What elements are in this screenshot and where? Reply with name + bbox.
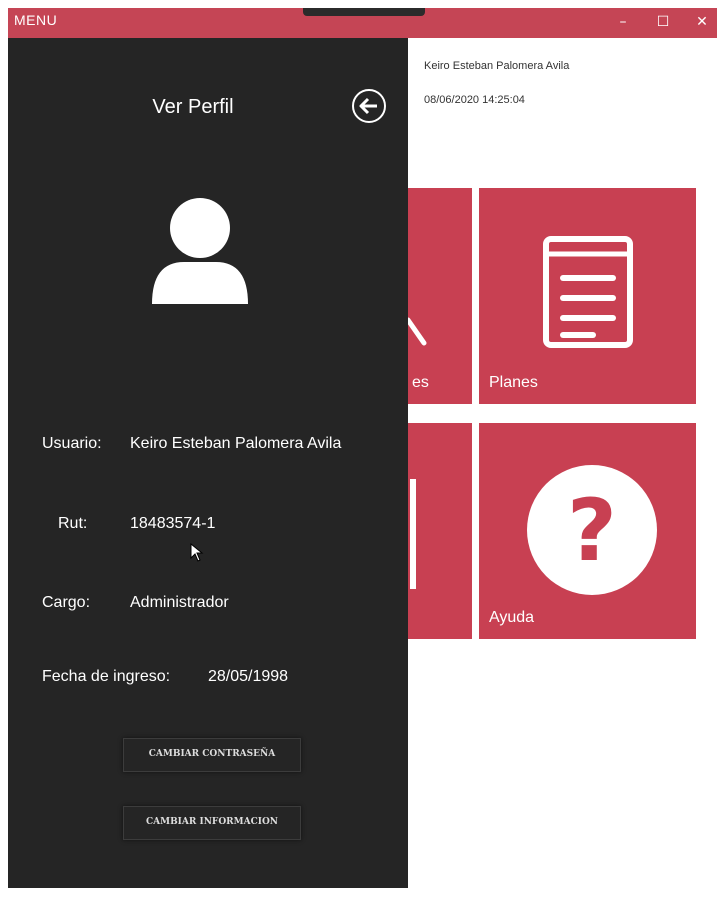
- tile-partial-top[interactable]: es: [408, 188, 472, 404]
- close-button[interactable]: ✕: [689, 10, 715, 34]
- fecha-ingreso-label: Fecha de ingreso:: [42, 668, 171, 685]
- back-button[interactable]: [352, 89, 386, 123]
- profile-drawer: Ver Perfil Usuario: Keiro Esteban Palome…: [8, 38, 408, 888]
- header-datetime: 08/06/2020 14:25:04: [424, 94, 525, 106]
- title-bar: MENU – ☐ ✕: [8, 8, 717, 38]
- usuario-value: Keiro Esteban Palomera Avila: [130, 435, 342, 452]
- mouse-cursor-icon: [190, 543, 204, 562]
- help-question-icon: ?: [527, 465, 657, 595]
- document-list-icon: [543, 236, 633, 348]
- app-window: MENU – ☐ ✕ Keiro Esteban Palomera Avila …: [8, 8, 717, 888]
- minimize-button[interactable]: –: [610, 10, 636, 34]
- arrow-left-icon: [359, 97, 377, 115]
- tile-label: es: [412, 374, 429, 391]
- window-title: MENU: [14, 12, 58, 28]
- svg-text:?: ?: [567, 481, 617, 581]
- tile-label: Planes: [489, 374, 538, 391]
- tile-ayuda[interactable]: ? Ayuda: [479, 423, 696, 639]
- drawer-title: Ver Perfil: [152, 96, 234, 118]
- camera-notch: [303, 8, 425, 16]
- tile-partial-bottom[interactable]: [408, 423, 472, 639]
- change-password-button[interactable]: CAMBIAR CONTRASEÑA: [123, 738, 301, 772]
- rut-label: Rut:: [58, 515, 88, 532]
- rut-value: 18483574-1: [130, 515, 216, 532]
- user-avatar-icon: [152, 198, 248, 304]
- change-info-button[interactable]: CAMBIAR INFORMACION: [123, 806, 301, 840]
- fecha-ingreso-value: 28/05/1998: [208, 668, 289, 685]
- usuario-label: Usuario:: [42, 435, 102, 452]
- cargo-label: Cargo:: [42, 594, 91, 611]
- tile-label: Ayuda: [489, 609, 535, 626]
- maximize-button[interactable]: ☐: [650, 10, 676, 34]
- cargo-value: Administrador: [130, 594, 229, 611]
- divider: [410, 479, 416, 589]
- header-user-name: Keiro Esteban Palomera Avila: [424, 60, 570, 72]
- tool-icon: [408, 317, 427, 346]
- tile-planes[interactable]: Planes: [479, 188, 696, 404]
